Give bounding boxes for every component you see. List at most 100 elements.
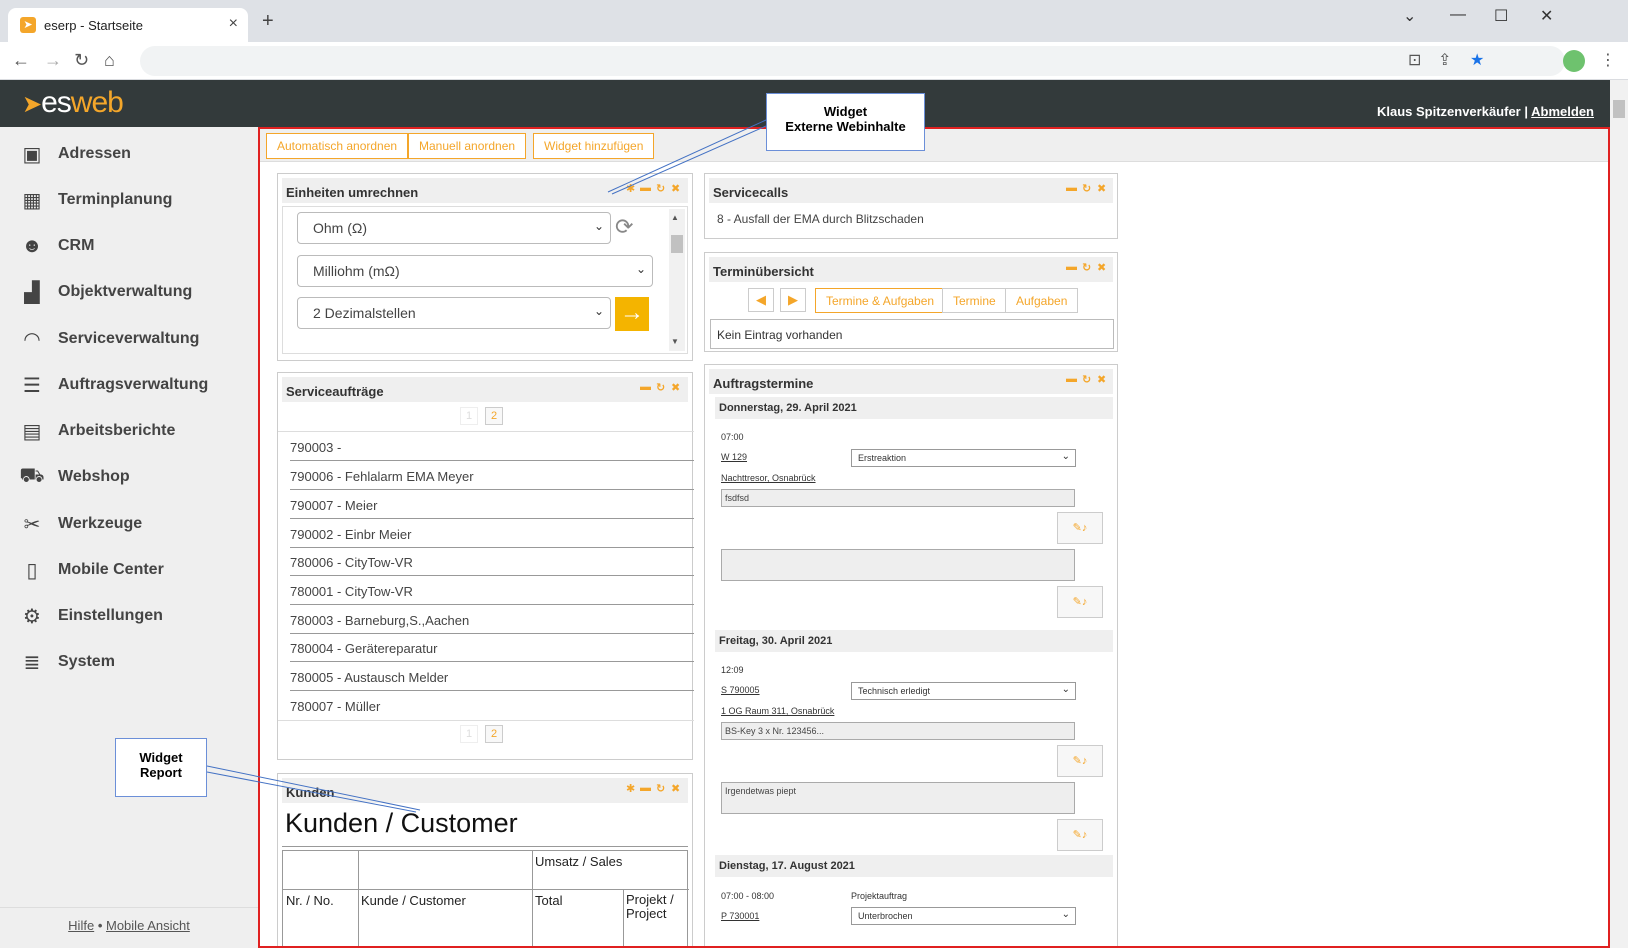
bookmark-star-icon[interactable]: ★ <box>1470 50 1484 70</box>
status-select[interactable]: Erstreaktion ⌄ <box>851 449 1076 467</box>
convert-arrow-button[interactable]: → <box>615 297 649 331</box>
sidebar-item-serviceverwaltung[interactable]: ◠ Serviceverwaltung <box>20 324 250 354</box>
list-item[interactable]: 780006 - CityTow-VR <box>290 547 694 576</box>
esweb-logo[interactable]: ➤esweb <box>22 86 124 120</box>
note-textarea[interactable]: fsdfsd <box>721 489 1075 507</box>
edit-note-button[interactable]: ✎♪ <box>1057 745 1103 777</box>
decimals-select[interactable]: 2 Dezimalstellen ⌄ <box>297 297 611 329</box>
close-widget-icon[interactable]: ✖ <box>671 381 680 394</box>
sidebar-item-einstellungen[interactable]: ⚙ Einstellungen <box>20 601 250 631</box>
sidebar-item-system[interactable]: ≣ System <box>20 647 250 677</box>
tab-appointments-tasks[interactable]: Termine & Aufgaben <box>815 288 946 313</box>
prev-arrow-button[interactable]: ◀ <box>748 288 774 312</box>
settings-icon[interactable]: ✱ <box>626 782 635 795</box>
sidebar-item-arbeitsberichte[interactable]: ▤ Arbeitsberichte <box>20 416 250 446</box>
next-arrow-button[interactable]: ▶ <box>780 288 806 312</box>
tab-tasks[interactable]: Aufgaben <box>1005 288 1079 313</box>
list-item[interactable]: 780001 - CityTow-VR <box>290 576 694 605</box>
minimize-widget-icon[interactable]: ▬ <box>640 381 651 393</box>
close-widget-icon[interactable]: ✖ <box>671 782 680 795</box>
minimize-icon[interactable]: — <box>1450 6 1466 24</box>
sidebar-item-auftragsverwaltung[interactable]: ☰ Auftragsverwaltung <box>20 370 250 400</box>
help-link[interactable]: Hilfe <box>68 918 94 933</box>
refresh-widget-icon[interactable]: ↻ <box>656 182 665 195</box>
minimize-widget-icon[interactable]: ▬ <box>640 782 651 794</box>
minimize-widget-icon[interactable]: ▬ <box>1066 261 1077 273</box>
maximize-icon[interactable]: ☐ <box>1494 6 1508 26</box>
pwa-icon[interactable]: ⊡ <box>1408 50 1421 70</box>
page-next-button[interactable]: 2 <box>485 407 503 425</box>
auto-arrange-button[interactable]: Automatisch anordnen <box>266 133 409 159</box>
sidebar-item-terminplanung[interactable]: ▦ Terminplanung <box>20 185 250 215</box>
page-next-button[interactable]: 2 <box>485 725 503 743</box>
logout-link[interactable]: Abmelden <box>1531 104 1594 119</box>
refresh-widget-icon[interactable]: ↻ <box>656 782 665 795</box>
list-item[interactable]: 780005 - Austausch Melder <box>290 662 694 691</box>
profile-avatar[interactable] <box>1563 50 1585 72</box>
tab-search-icon[interactable]: ⌄ <box>1403 6 1416 26</box>
scrollbar-thumb[interactable] <box>1613 100 1625 118</box>
scrollbar-thumb[interactable] <box>671 235 683 253</box>
settings-icon[interactable]: ✱ <box>626 182 635 195</box>
note-textarea[interactable] <box>721 549 1075 581</box>
browser-tab[interactable]: ➤ eserp - Startseite × <box>8 8 248 42</box>
mobile-view-link[interactable]: Mobile Ansicht <box>106 918 190 933</box>
tab-appointments[interactable]: Termine <box>942 288 1007 313</box>
sidebar-item-webshop[interactable]: ⛟ Webshop <box>19 462 250 492</box>
scroll-down-icon[interactable]: ▼ <box>671 337 679 346</box>
refresh-widget-icon[interactable]: ↻ <box>1082 261 1091 274</box>
appointment-ref-link[interactable]: W 129 <box>721 452 747 462</box>
menu-icon[interactable]: ⋮ <box>1600 50 1616 70</box>
scroll-up-icon[interactable]: ▲ <box>671 213 679 222</box>
sidebar-item-werkzeuge[interactable]: ✂ Werkzeuge <box>20 509 250 539</box>
list-item[interactable]: 780003 - Barneburg,S.,Aachen <box>290 605 694 634</box>
close-widget-icon[interactable]: ✖ <box>1097 182 1106 195</box>
close-tab-icon[interactable]: × <box>229 15 238 33</box>
status-select[interactable]: Unterbrochen ⌄ <box>851 907 1076 925</box>
page-scrollbar[interactable] <box>1610 80 1628 948</box>
manual-arrange-button[interactable]: Manuell anordnen <box>408 133 527 159</box>
location-link[interactable]: Nachttresor, Osnabrück <box>721 473 816 483</box>
close-window-icon[interactable]: ✕ <box>1540 6 1553 26</box>
address-bar[interactable] <box>140 46 1565 76</box>
list-item[interactable]: 790006 - Fehlalarm EMA Meyer <box>290 461 694 490</box>
from-unit-select[interactable]: Ohm (Ω) ⌄ <box>297 212 611 244</box>
refresh-widget-icon[interactable]: ↻ <box>1082 182 1091 195</box>
edit-note-button[interactable]: ✎♪ <box>1057 819 1103 851</box>
back-icon[interactable]: ← <box>12 50 30 71</box>
sidebar-item-objektverwaltung[interactable]: ▟ Objektverwaltung <box>20 277 250 307</box>
list-item[interactable]: 790002 - Einbr Meier <box>290 519 694 548</box>
list-item[interactable]: 780007 - Müller <box>290 691 694 720</box>
forward-icon[interactable]: → <box>44 50 62 71</box>
home-icon[interactable]: ⌂ <box>104 50 115 71</box>
share-icon[interactable]: ⇪ <box>1438 50 1451 70</box>
sidebar-item-crm[interactable]: ☻ CRM <box>20 231 250 261</box>
edit-note-button[interactable]: ✎♪ <box>1057 586 1103 618</box>
minimize-widget-icon[interactable]: ▬ <box>640 182 651 194</box>
edit-note-button[interactable]: ✎♪ <box>1057 512 1103 544</box>
minimize-widget-icon[interactable]: ▬ <box>1066 182 1077 194</box>
status-select[interactable]: Technisch erledigt ⌄ <box>851 682 1076 700</box>
close-widget-icon[interactable]: ✖ <box>671 182 680 195</box>
list-item[interactable]: 790007 - Meier <box>290 490 694 519</box>
sidebar-item-adressen[interactable]: ▣ Adressen <box>20 139 250 169</box>
appointment-ref-link[interactable]: P 730001 <box>721 911 759 921</box>
add-widget-button[interactable]: Widget hinzufügen <box>533 133 655 159</box>
sidebar-item-mobile-center[interactable]: ▯ Mobile Center <box>20 555 250 585</box>
converter-scrollbar[interactable]: ▲ ▼ <box>669 209 685 351</box>
swap-units-icon[interactable]: ⟳ <box>615 214 633 240</box>
refresh-widget-icon[interactable]: ↻ <box>656 381 665 394</box>
close-widget-icon[interactable]: ✖ <box>1097 261 1106 274</box>
servicecall-item[interactable]: 8 - Ausfall der EMA durch Blitzschaden <box>717 212 924 226</box>
list-item[interactable]: 790003 - <box>290 432 694 461</box>
close-widget-icon[interactable]: ✖ <box>1097 373 1106 386</box>
minimize-widget-icon[interactable]: ▬ <box>1066 373 1077 385</box>
note-textarea[interactable]: BS-Key 3 x Nr. 123456... <box>721 722 1075 740</box>
to-unit-select[interactable]: Milliohm (mΩ) ⌄ <box>297 255 653 287</box>
appointment-ref-link[interactable]: S 790005 <box>721 685 760 695</box>
reload-icon[interactable]: ↻ <box>74 50 89 71</box>
new-tab-icon[interactable]: + <box>262 10 274 33</box>
note-textarea[interactable]: Irgendetwas piept <box>721 782 1075 814</box>
refresh-widget-icon[interactable]: ↻ <box>1082 373 1091 386</box>
list-item[interactable]: 780004 - Gerätereparatur <box>290 633 694 662</box>
